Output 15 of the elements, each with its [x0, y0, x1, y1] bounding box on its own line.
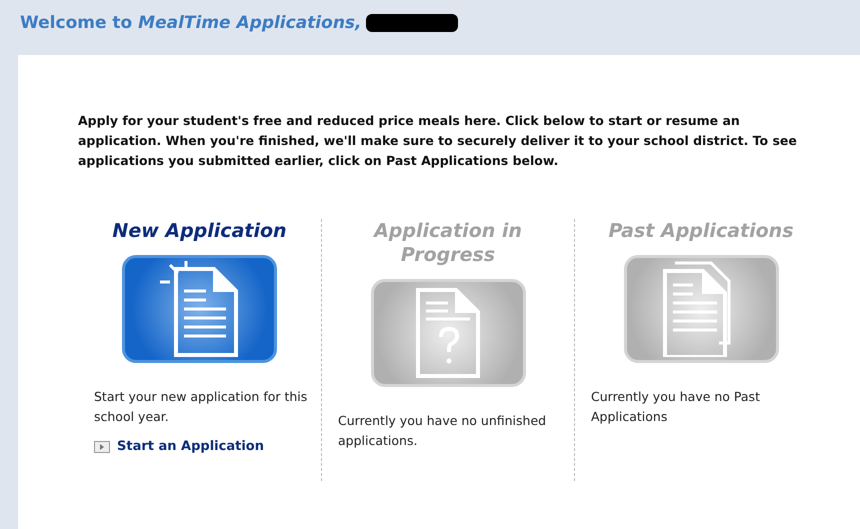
start-application-link[interactable]: Start an Application: [94, 437, 264, 456]
option-description: Start your new application for this school year.: [94, 388, 308, 426]
document-question-icon: [413, 285, 483, 381]
intro-text: Apply for your student's free and reduced price meals here. Click below to start or resume an application. When you're finished, we'll make sure to securely deliver it to your school district. To see applications you submitted earlier, click on Past Applications below.: [78, 112, 798, 170]
page-title: Welcome to MealTime Applications,: [20, 12, 362, 35]
document-icon: [160, 261, 240, 357]
option-tile[interactable]: [122, 255, 277, 363]
option-title: Past Applications: [607, 219, 795, 243]
option-tile[interactable]: [370, 279, 526, 387]
option-title: New Application: [111, 219, 288, 243]
option-description: Currently you have no Past Applications: [591, 388, 761, 426]
option-description: Currently you have no unfinished applications.: [338, 412, 548, 450]
option-tile[interactable]: [624, 255, 778, 363]
play-icon: [94, 440, 110, 453]
option-title: Application in Progress: [372, 219, 523, 267]
